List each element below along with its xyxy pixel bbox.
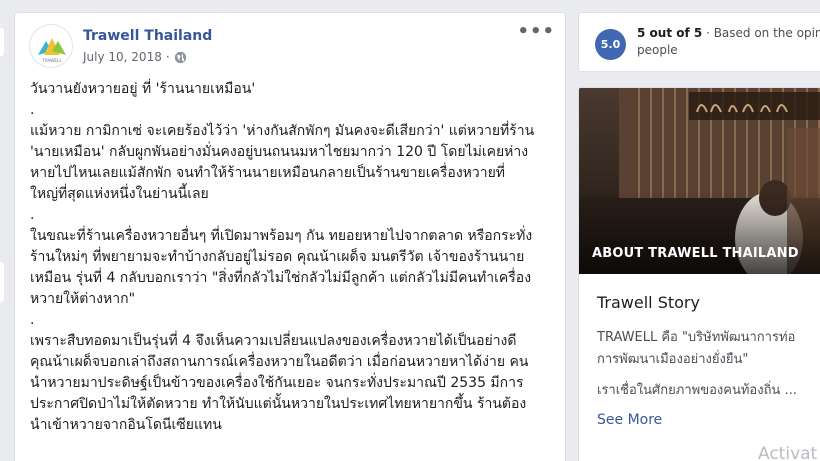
globe-icon[interactable]: [174, 51, 187, 64]
rating-summary: 5 out of 5 · Based on the opinio people: [637, 25, 820, 59]
story-text-line: การพัฒนาเมืองอย่างยั่งยืน": [597, 352, 749, 367]
rating-separator: ·: [702, 26, 714, 40]
post-meta: July 10, 2018 ·: [83, 50, 187, 64]
rating-basis: Based on the opinio: [713, 26, 820, 40]
post-separator: .: [30, 102, 35, 118]
story-text-line: เราเชื่อในศักยภาพของคนท้องถิ่น ...: [597, 383, 797, 398]
trawell-logo-icon: TRAWELL: [38, 38, 66, 63]
post-body: วันวานยังหวายอยู่ ที่ 'ร้านนายเหมือน' . …: [30, 79, 555, 436]
page-avatar[interactable]: TRAWELL: [29, 24, 73, 68]
story-title: Trawell Story: [597, 293, 700, 312]
post-paragraph: ในขณะที่ร้านเครื่องหวายอื่นๆ ที่เปิดมาพร…: [30, 228, 533, 307]
meta-separator: ·: [165, 50, 170, 64]
post-paragraph: เพราะสืบทอดมาเป็นรุ่นที่ 4 จึงเห็นความเป…: [30, 333, 529, 433]
post-paragraph: แม้หวาย กามิกาเซ่ จะเคยร้องไว้ว่า 'ห่างก…: [30, 123, 535, 202]
activation-watermark: Activat: [758, 444, 818, 461]
about-photo-caption: ABOUT TRAWELL THAILAND: [592, 246, 799, 261]
page-name-link[interactable]: Trawell Thailand: [83, 28, 212, 44]
left-nav-stub[interactable]: [0, 262, 4, 302]
post-card: TRAWELL Trawell Thailand July 10, 2018 ·…: [14, 12, 566, 461]
avatar-text: TRAWELL: [41, 58, 62, 63]
post-paragraph: วันวานยังหวายอยู่ ที่ 'ร้านนายเหมือน': [30, 81, 256, 97]
about-card: ABOUT TRAWELL THAILAND Trawell Story TRA…: [578, 87, 820, 461]
about-photo[interactable]: ABOUT TRAWELL THAILAND: [579, 88, 820, 274]
left-nav-stub[interactable]: [0, 28, 4, 56]
rating-score[interactable]: 5 out of 5: [637, 26, 702, 40]
post-header: TRAWELL Trawell Thailand July 10, 2018 ·…: [15, 13, 565, 77]
post-date[interactable]: July 10, 2018: [83, 50, 162, 64]
left-edge: [0, 0, 6, 461]
see-more-link[interactable]: See More: [597, 412, 662, 428]
story-text-line: TRAWELL คือ "บริษัทพัฒนาการท่อ: [597, 330, 796, 345]
post-separator: .: [30, 312, 35, 328]
post-options-button[interactable]: •••: [517, 23, 555, 41]
post-separator: .: [30, 207, 35, 223]
rating-basis-continued: people: [637, 43, 678, 57]
rating-card: 5.0 5 out of 5 · Based on the opinio peo…: [578, 12, 820, 72]
rating-badge: 5.0: [595, 29, 626, 60]
